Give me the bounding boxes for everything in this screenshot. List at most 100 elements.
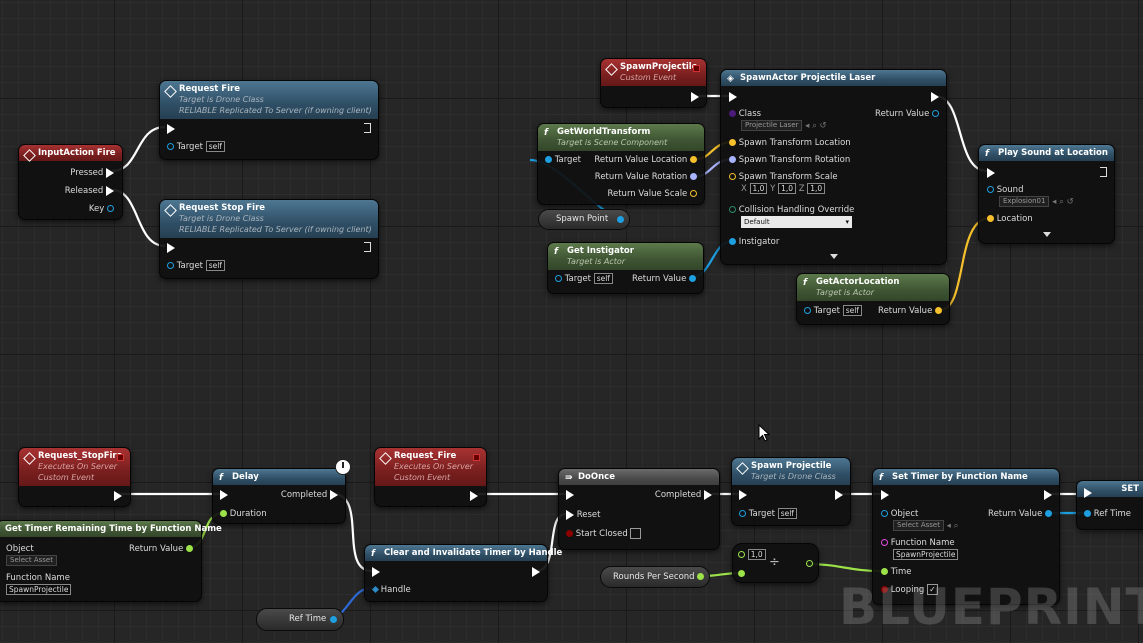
browse-icon[interactable]: ◂ ⌕ ↺ <box>805 121 827 131</box>
dividend-field[interactable]: 1,0 <box>747 549 766 560</box>
request-stop-fire-node[interactable]: Request Stop Fire Target is Drone Class … <box>159 199 379 279</box>
target-pin[interactable]: Target self <box>167 260 225 272</box>
exec-out-pin[interactable] <box>1044 489 1052 501</box>
time-pin[interactable]: Time <box>881 566 912 578</box>
exec-out-pin[interactable] <box>532 566 540 578</box>
spawn-projectile-event-node[interactable]: SpawnProjectile Custom Event <box>600 58 707 108</box>
exec-in-pin[interactable] <box>167 123 175 135</box>
scale-x-field[interactable]: 1,0 <box>749 183 768 194</box>
completed-pin[interactable]: Completed <box>281 489 338 501</box>
spawn-point-getter[interactable]: Spawn Point <box>538 209 630 230</box>
rounds-per-second-getter[interactable]: Rounds Per Second <box>600 566 710 588</box>
return-value-pin[interactable]: Return Value <box>875 108 939 120</box>
ref-time-pin[interactable]: Ref Time <box>1084 508 1131 520</box>
class-select[interactable]: Projectile Laser <box>741 120 803 131</box>
function-name-field[interactable]: SpawnProjectile <box>6 584 72 595</box>
get-actor-location-node[interactable]: f GetActorLocation Target is Actor Targe… <box>796 273 950 325</box>
function-name-pin[interactable]: Function Name SpawnProjectile <box>6 572 72 596</box>
spawn-rotation-pin[interactable]: Spawn Transform Rotation <box>729 154 850 166</box>
function-name-pin[interactable]: Function Name SpawnProjectile <box>881 537 959 561</box>
exec-out-pin[interactable] <box>691 91 699 103</box>
exec-in-pin[interactable] <box>881 489 889 501</box>
return-value-pin[interactable]: Return Value <box>878 305 942 317</box>
target-pin[interactable]: Target self <box>167 141 225 153</box>
class-pin[interactable]: Class Projectile Laser ◂ ⌕ ↺ <box>729 108 827 132</box>
target-pin[interactable]: Target self <box>739 508 797 520</box>
request-fire-event-node[interactable]: Request_Fire Executes On Server Custom E… <box>374 447 487 507</box>
delay-node[interactable]: f Delay Completed Duration <box>212 468 346 524</box>
ref-time-getter[interactable]: Ref Time <box>256 608 344 631</box>
self-field[interactable]: self <box>842 305 862 316</box>
exec-in-pin[interactable] <box>729 91 737 103</box>
advanced-chevron-icon[interactable] <box>829 254 838 259</box>
exec-out-pin[interactable] <box>931 91 939 103</box>
exec-out-pin[interactable] <box>114 490 122 502</box>
object-pin[interactable]: Object Select Asset ◂ ⌕ <box>881 508 958 532</box>
advanced-chevron-icon[interactable] <box>1042 232 1051 237</box>
instigator-pin[interactable]: Instigator <box>729 236 779 248</box>
return-value-pin[interactable]: Return Value <box>632 273 696 285</box>
key-pin[interactable]: Key <box>89 203 114 215</box>
spawn-location-pin[interactable]: Spawn Transform Location <box>729 137 851 149</box>
exec-out-pin[interactable] <box>364 242 371 256</box>
collision-dropdown[interactable]: Default ▾ <box>741 216 852 228</box>
clear-timer-node[interactable]: f Clear and Invalidate Timer by Handle H… <box>364 544 562 602</box>
exec-out-pin[interactable] <box>364 123 371 137</box>
function-name-field[interactable]: SpawnProjectile <box>893 549 959 560</box>
start-closed-checkbox[interactable] <box>630 528 642 539</box>
return-value-pin[interactable]: Return Value <box>129 543 193 555</box>
browse-icon[interactable]: ◂ ⌕ <box>947 521 959 531</box>
sound-pin[interactable]: Sound Explosion01 ◂ ⌕ ↺ <box>987 184 1074 208</box>
browse-icon[interactable]: ◂ ⌕ ↺ <box>1052 197 1074 207</box>
pressed-pin[interactable]: Pressed <box>70 167 114 179</box>
handle-pin[interactable]: Handle <box>371 584 411 596</box>
exec-out-pin[interactable] <box>1100 167 1107 181</box>
return-rotation-pin[interactable]: Return Value Rotation <box>595 171 697 183</box>
get-instigator-node[interactable]: f Get Instigator Target is Actor Target … <box>547 242 704 294</box>
divisor-pin[interactable] <box>738 568 745 580</box>
exec-out-pin[interactable] <box>835 489 843 501</box>
do-once-node[interactable]: ⇛ DoOnce Completed Reset Start Closed <box>558 468 720 550</box>
exec-in-pin[interactable] <box>167 242 175 254</box>
get-world-transform-node[interactable]: f GetWorldTransform Target is Scene Comp… <box>537 123 705 205</box>
exec-in-pin[interactable] <box>987 167 995 179</box>
spawn-projectile-call-node[interactable]: Spawn Projectile Target is Drone Class T… <box>731 457 851 526</box>
get-timer-remaining-node[interactable]: Get Timer Remaining Time by Function Nam… <box>0 520 222 602</box>
exec-in-pin[interactable] <box>566 489 574 501</box>
target-pin[interactable]: Target self <box>804 305 862 317</box>
sound-select[interactable]: Explosion01 <box>999 196 1050 207</box>
exec-in-pin[interactable] <box>372 566 380 578</box>
exec-in-pin[interactable] <box>1084 487 1092 499</box>
exec-in-pin[interactable] <box>220 489 228 501</box>
divide-node[interactable]: 1,0 ÷ <box>732 543 819 583</box>
spawn-actor-node[interactable]: ◈ SpawnActor Projectile Laser Class Proj… <box>720 69 947 265</box>
scale-y-field[interactable]: 1,0 <box>778 183 797 194</box>
reset-pin[interactable]: Reset <box>566 509 600 521</box>
object-select[interactable]: Select Asset <box>893 520 944 531</box>
object-pin[interactable]: Object Select Asset <box>6 543 57 567</box>
self-field[interactable]: self <box>593 273 613 284</box>
exec-out-pin[interactable] <box>470 490 478 502</box>
return-location-pin[interactable]: Return Value Location <box>594 154 697 166</box>
location-pin[interactable]: Location <box>987 213 1033 225</box>
target-pin[interactable]: Target <box>545 154 581 166</box>
request-fire-node[interactable]: Request Fire Target is Drone Class RELIA… <box>159 80 379 160</box>
dividend-pin[interactable]: 1,0 <box>738 549 766 561</box>
scale-z-field[interactable]: 1,0 <box>807 183 826 194</box>
released-pin[interactable]: Released <box>65 185 114 197</box>
self-field[interactable]: self <box>205 141 225 152</box>
return-scale-pin[interactable]: Return Value Scale <box>607 188 697 200</box>
duration-pin[interactable]: Duration <box>220 508 267 520</box>
object-select[interactable]: Select Asset <box>6 555 57 566</box>
spawn-scale-pin[interactable]: Spawn Transform Scale X 1,0 Y 1,0 Z 1,0 <box>729 171 838 195</box>
target-pin[interactable]: Target self <box>555 273 613 285</box>
self-field[interactable]: self <box>777 508 797 519</box>
request-stopfire-event-node[interactable]: Request_StopFire Executes On Server Cust… <box>18 447 131 507</box>
completed-pin[interactable]: Completed <box>655 489 712 501</box>
start-closed-pin[interactable]: Start Closed <box>566 528 642 540</box>
play-sound-node[interactable]: f Play Sound at Location Sound Explosion… <box>978 144 1115 244</box>
exec-in-pin[interactable] <box>739 489 747 501</box>
self-field[interactable]: self <box>205 260 225 271</box>
input-action-fire-node[interactable]: InputAction Fire Pressed Released Key <box>18 144 123 220</box>
set-ref-time-node[interactable]: SET Ref Time <box>1076 480 1143 530</box>
